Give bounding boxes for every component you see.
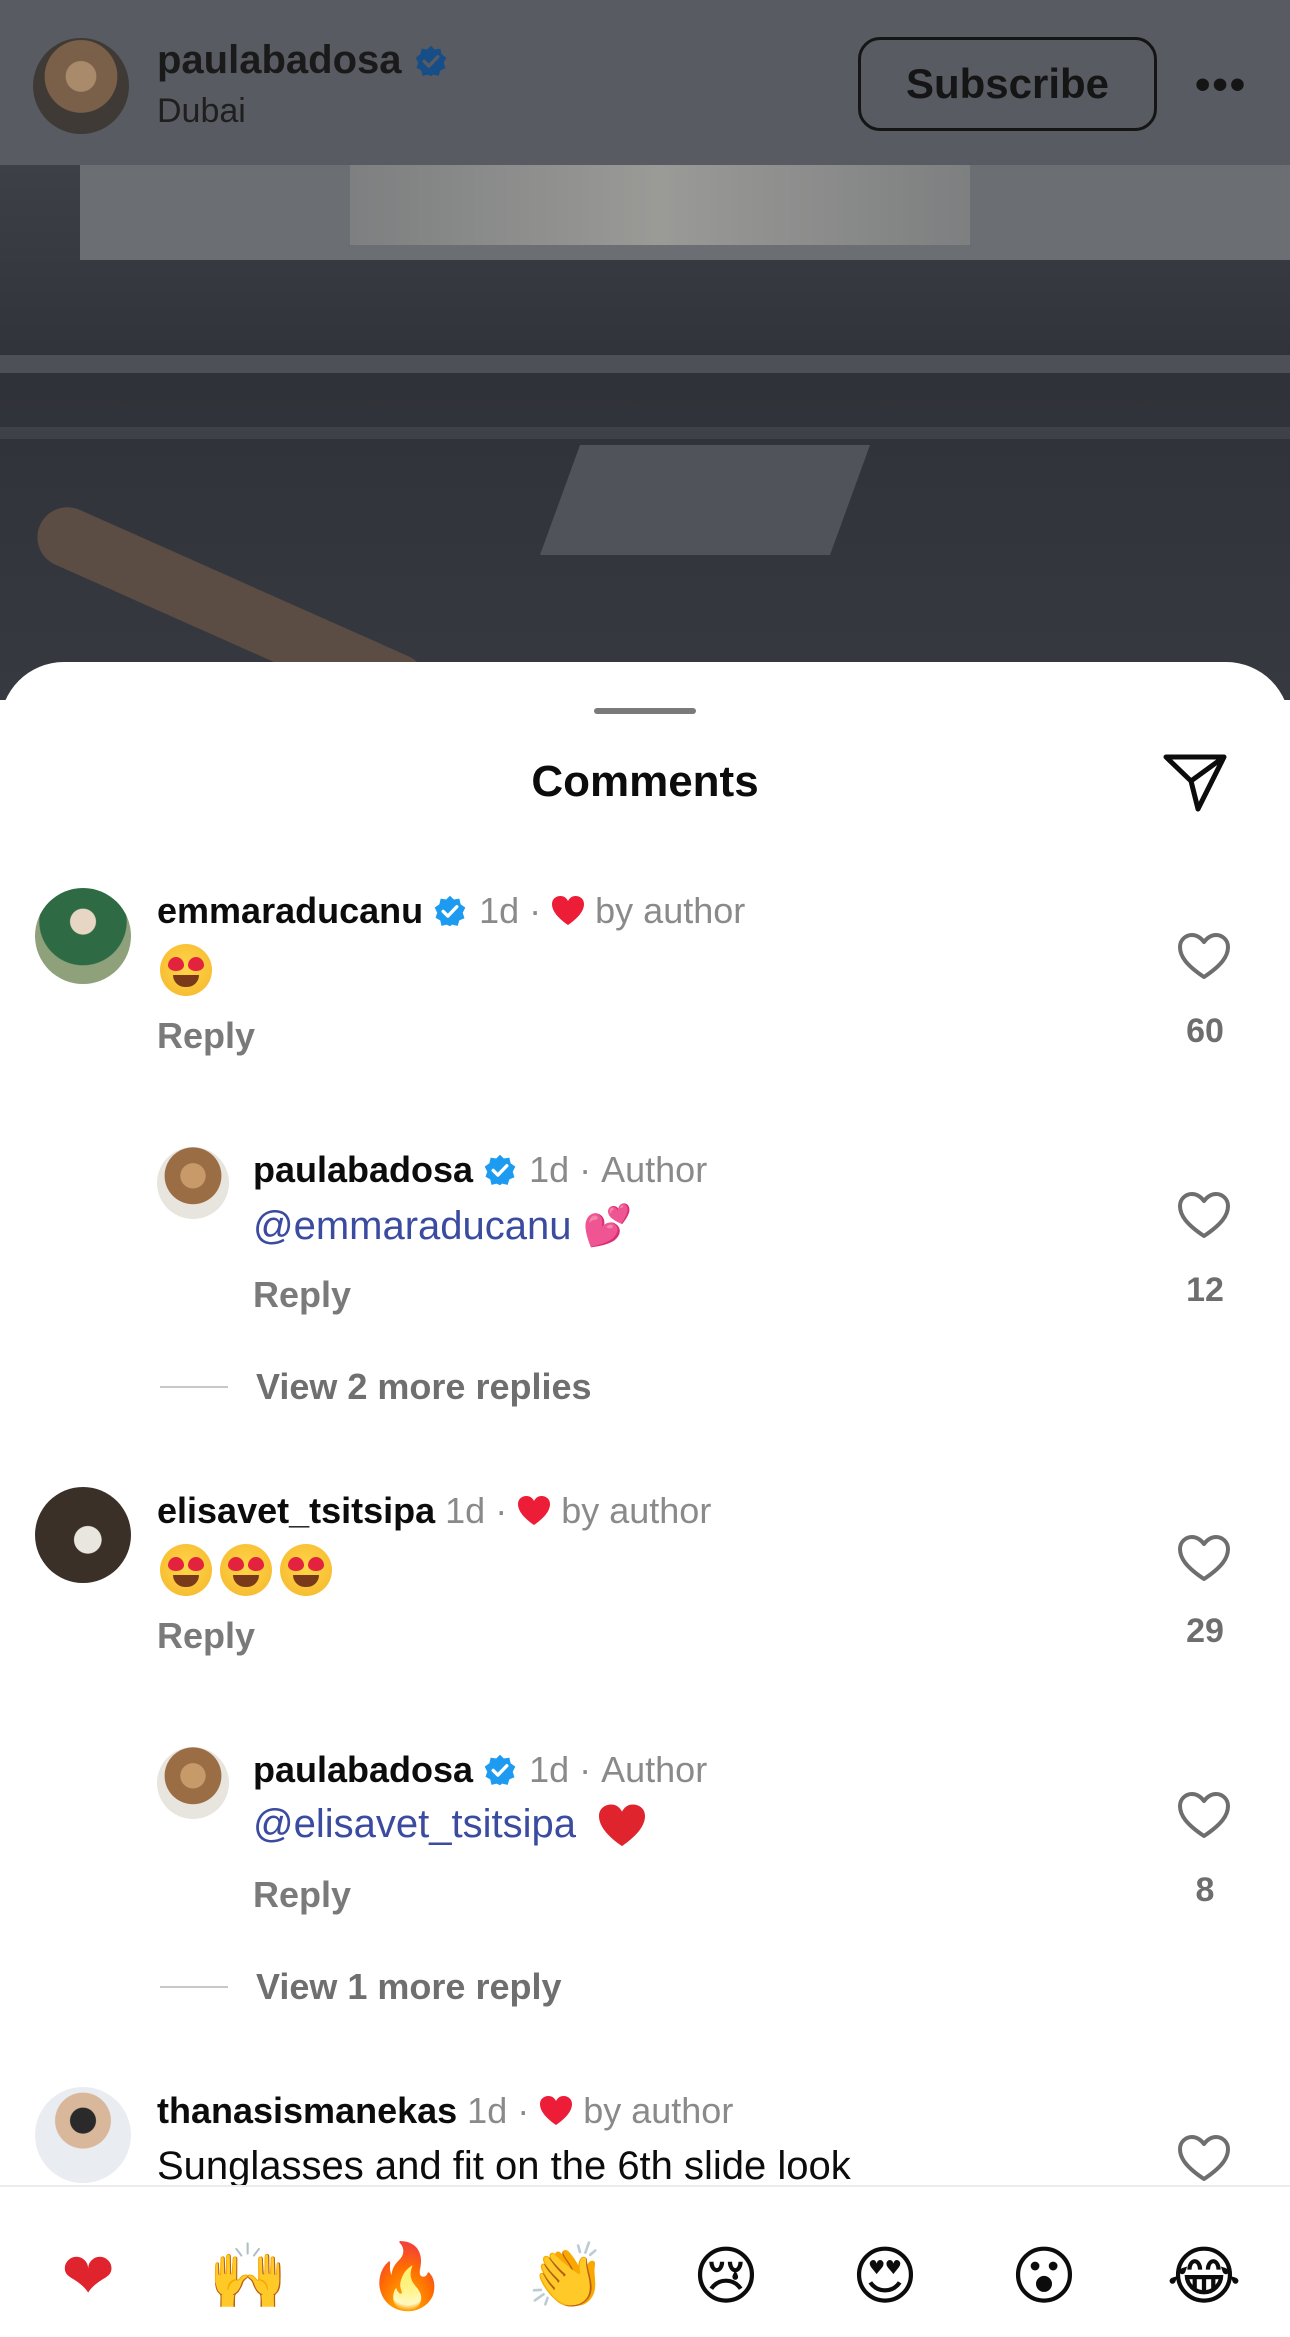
comment-body: Sunglasses and fit on the 6th slide look [157, 2144, 851, 2188]
author-liked-heart-icon [552, 896, 585, 925]
more-options-icon[interactable]: ••• [1195, 60, 1247, 110]
like-count: 29 [1186, 1612, 1224, 1650]
like-heart-icon[interactable] [1176, 1533, 1232, 1583]
photo-rail [0, 427, 1290, 439]
photo-city-view [350, 165, 970, 245]
comment-body [160, 944, 220, 996]
commenter-avatar[interactable] [35, 2087, 131, 2183]
comment-body: @elisavet_tsitsipa ❤ [253, 1802, 647, 1849]
reply-button[interactable]: Reply [253, 1874, 351, 1916]
photo-glass [539, 445, 871, 555]
view-more-replies-label: View 1 more reply [256, 1966, 562, 2007]
like-heart-icon[interactable] [1176, 931, 1232, 981]
sheet-title: Comments [531, 757, 759, 806]
comment-time: 1d [445, 1490, 486, 1531]
heart-eyes-emoji [220, 1544, 272, 1596]
post-author-avatar[interactable] [33, 38, 129, 134]
comment-meta: emmaraducanu 1d · by author [157, 890, 745, 932]
separator-dot: · [529, 890, 542, 931]
heart-eyes-emoji [160, 944, 212, 996]
post-photo [0, 165, 1290, 700]
post-author-username[interactable]: paulabadosa [157, 38, 402, 83]
like-count: 8 [1195, 1871, 1215, 1909]
comment-mention[interactable]: @emmaraducanu [253, 1204, 572, 1248]
share-icon[interactable] [1160, 747, 1230, 817]
verified-icon [484, 1154, 516, 1186]
subscribe-button[interactable]: Subscribe [858, 37, 1157, 131]
photo-rail [0, 355, 1290, 373]
view-more-replies-label: View 2 more replies [256, 1366, 592, 1407]
comments-sheet: Comments emmaraducanu 1d · by author Rep… [0, 662, 1290, 2337]
quick-reaction-bar: ❤ 🙌 🔥 👏 😢 😍 😮 😂 [0, 2185, 1290, 2337]
comment-username[interactable]: paulabadosa [253, 1749, 473, 1791]
reaction-heart-icon[interactable]: ❤ [48, 2237, 128, 2317]
separator-dot: · [579, 1149, 592, 1190]
separator-dot: · [517, 2090, 530, 2131]
comment-username[interactable]: thanasismanekas [157, 2090, 457, 2132]
like-heart-icon[interactable] [1176, 2133, 1232, 2183]
reaction-heart-eyes-icon[interactable]: 😍 [845, 2237, 925, 2317]
comment-meta: elisavet_tsitsipa 1d · by author [157, 1490, 711, 1532]
verified-icon [434, 895, 466, 927]
comment-meta: paulabadosa 1d · Author [253, 1149, 707, 1191]
reaction-clapping-icon[interactable]: 👏 [527, 2237, 607, 2317]
liked-by-author-label: by author [561, 1490, 712, 1531]
like-heart-icon[interactable] [1176, 1190, 1232, 1240]
reaction-laughing-icon[interactable]: 😂 [1164, 2237, 1244, 2317]
commenter-avatar[interactable] [157, 1747, 229, 1819]
author-liked-heart-icon [518, 1496, 551, 1525]
comment-username[interactable]: elisavet_tsitsipa [157, 1490, 435, 1532]
comment-time: 1d [529, 1749, 570, 1790]
comment-username[interactable]: paulabadosa [253, 1149, 473, 1191]
comment-body [160, 1544, 340, 1596]
like-count: 60 [1186, 1012, 1224, 1050]
separator-dot: · [579, 1749, 592, 1790]
verified-icon [415, 45, 446, 76]
divider-line [160, 1986, 228, 1988]
comment-time: 1d [467, 2090, 508, 2131]
comment-meta: thanasismanekas 1d · by author [157, 2090, 733, 2132]
comment-body: @emmaraducanu 💕 [253, 1202, 632, 1249]
verified-icon [484, 1754, 516, 1786]
heart-eyes-emoji [280, 1544, 332, 1596]
red-heart-emoji [599, 1804, 646, 1847]
post-header: paulabadosa Dubai Subscribe ••• [0, 0, 1290, 165]
view-more-replies-button[interactable]: View 1 more reply [160, 1966, 562, 2008]
post-author[interactable]: paulabadosa [157, 38, 460, 83]
reaction-fire-icon[interactable]: 🔥 [367, 2237, 447, 2317]
author-label: Author [601, 1149, 708, 1190]
heart-eyes-emoji [160, 1544, 212, 1596]
reaction-surprised-icon[interactable]: 😮 [1004, 2237, 1084, 2317]
commenter-avatar[interactable] [35, 1487, 131, 1583]
sheet-drag-handle[interactable] [594, 708, 696, 714]
liked-by-author-label: by author [583, 2090, 734, 2131]
like-heart-icon[interactable] [1176, 1790, 1232, 1840]
post-background: paulabadosa Dubai Subscribe ••• [0, 0, 1290, 700]
like-count: 12 [1186, 1271, 1224, 1309]
comment-meta: paulabadosa 1d · Author [253, 1749, 707, 1791]
commenter-avatar[interactable] [157, 1147, 229, 1219]
reply-button[interactable]: Reply [157, 1015, 255, 1057]
reaction-crying-icon[interactable]: 😢 [686, 2237, 766, 2317]
author-label: Author [601, 1749, 708, 1790]
view-more-replies-button[interactable]: View 2 more replies [160, 1366, 592, 1408]
post-location[interactable]: Dubai [157, 92, 246, 131]
comment-time: 1d [529, 1149, 570, 1190]
two-hearts-emoji: 💕 [582, 1204, 633, 1248]
comment-username[interactable]: emmaraducanu [157, 890, 423, 932]
commenter-avatar[interactable] [35, 888, 131, 984]
reply-button[interactable]: Reply [253, 1274, 351, 1316]
comment-time: 1d [479, 890, 520, 931]
separator-dot: · [495, 1490, 508, 1531]
divider-line [160, 1386, 228, 1388]
reply-button[interactable]: Reply [157, 1615, 255, 1657]
comment-mention[interactable]: @elisavet_tsitsipa [253, 1802, 576, 1846]
author-liked-heart-icon [540, 2096, 573, 2125]
liked-by-author-label: by author [595, 890, 746, 931]
reaction-raising-hands-icon[interactable]: 🙌 [208, 2237, 288, 2317]
